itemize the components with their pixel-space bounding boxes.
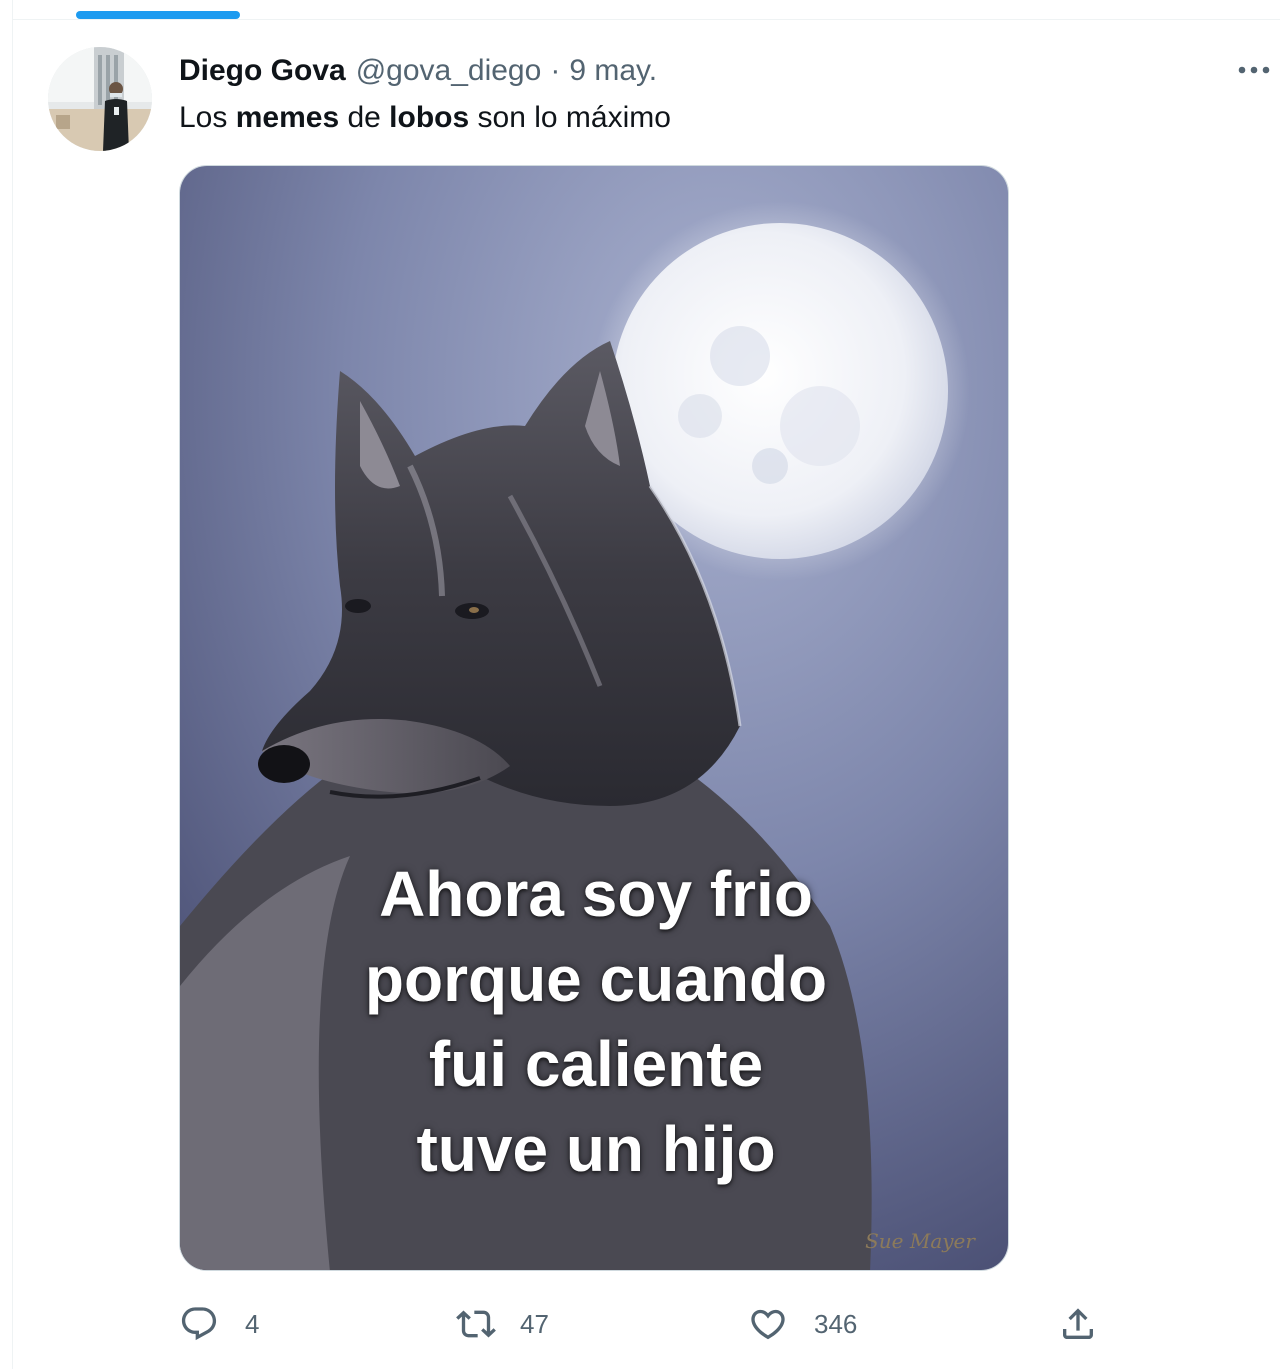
separator-dot: · — [550, 54, 561, 87]
heart-icon — [748, 1304, 788, 1344]
reply-button[interactable]: 4 — [179, 1298, 259, 1350]
caption-line: Ahora soy frio — [379, 858, 813, 930]
retweet-count: 47 — [520, 1308, 549, 1339]
tweet-text-bold: lobos — [389, 101, 470, 134]
tweet-media-image[interactable]: Sue Mayer Ahora soy frio porque cuando f… — [179, 165, 1009, 1271]
tweet-text-part: son lo máximo — [469, 101, 671, 134]
tweet-actions-bar: 4 47 346 — [0, 1298, 1280, 1350]
retweet-button[interactable]: 47 — [456, 1298, 549, 1350]
timeline-left-border — [12, 0, 13, 1369]
caption-line: fui caliente — [428, 1028, 764, 1100]
tweet-text-bold: memes — [235, 101, 340, 134]
caption-line: tuve un hijo — [416, 1113, 776, 1185]
timeline-top-border — [12, 19, 1280, 20]
reply-icon — [179, 1304, 219, 1344]
share-button[interactable] — [1058, 1298, 1098, 1350]
artist-signature: Sue Mayer — [865, 1229, 976, 1253]
retweet-icon — [456, 1304, 496, 1344]
meme-caption: Ahora soy frio porque cuando fui calient… — [180, 852, 1008, 1192]
tweet-text-part: de — [339, 101, 390, 134]
active-tab-indicator — [76, 11, 240, 19]
reply-count: 4 — [245, 1308, 260, 1339]
display-name[interactable]: Diego Gova — [179, 54, 346, 88]
more-horizontal-icon — [1238, 66, 1270, 74]
like-count: 346 — [814, 1308, 858, 1339]
avatar[interactable] — [48, 47, 152, 151]
tweet-date[interactable]: 9 may. — [569, 54, 657, 88]
user-handle[interactable]: @gova_diego — [356, 54, 542, 88]
caption-line: porque cuando — [364, 943, 828, 1015]
tweet-header: Diego Gova @gova_diego · 9 may. — [179, 52, 657, 90]
share-icon — [1058, 1304, 1098, 1344]
like-button[interactable]: 346 — [748, 1298, 857, 1350]
avatar-photo — [48, 47, 152, 151]
more-options-button[interactable] — [1232, 58, 1276, 82]
tweet-text: Los memes de lobos son lo máximo — [179, 98, 671, 138]
tweet-text-part: Los — [179, 101, 236, 134]
